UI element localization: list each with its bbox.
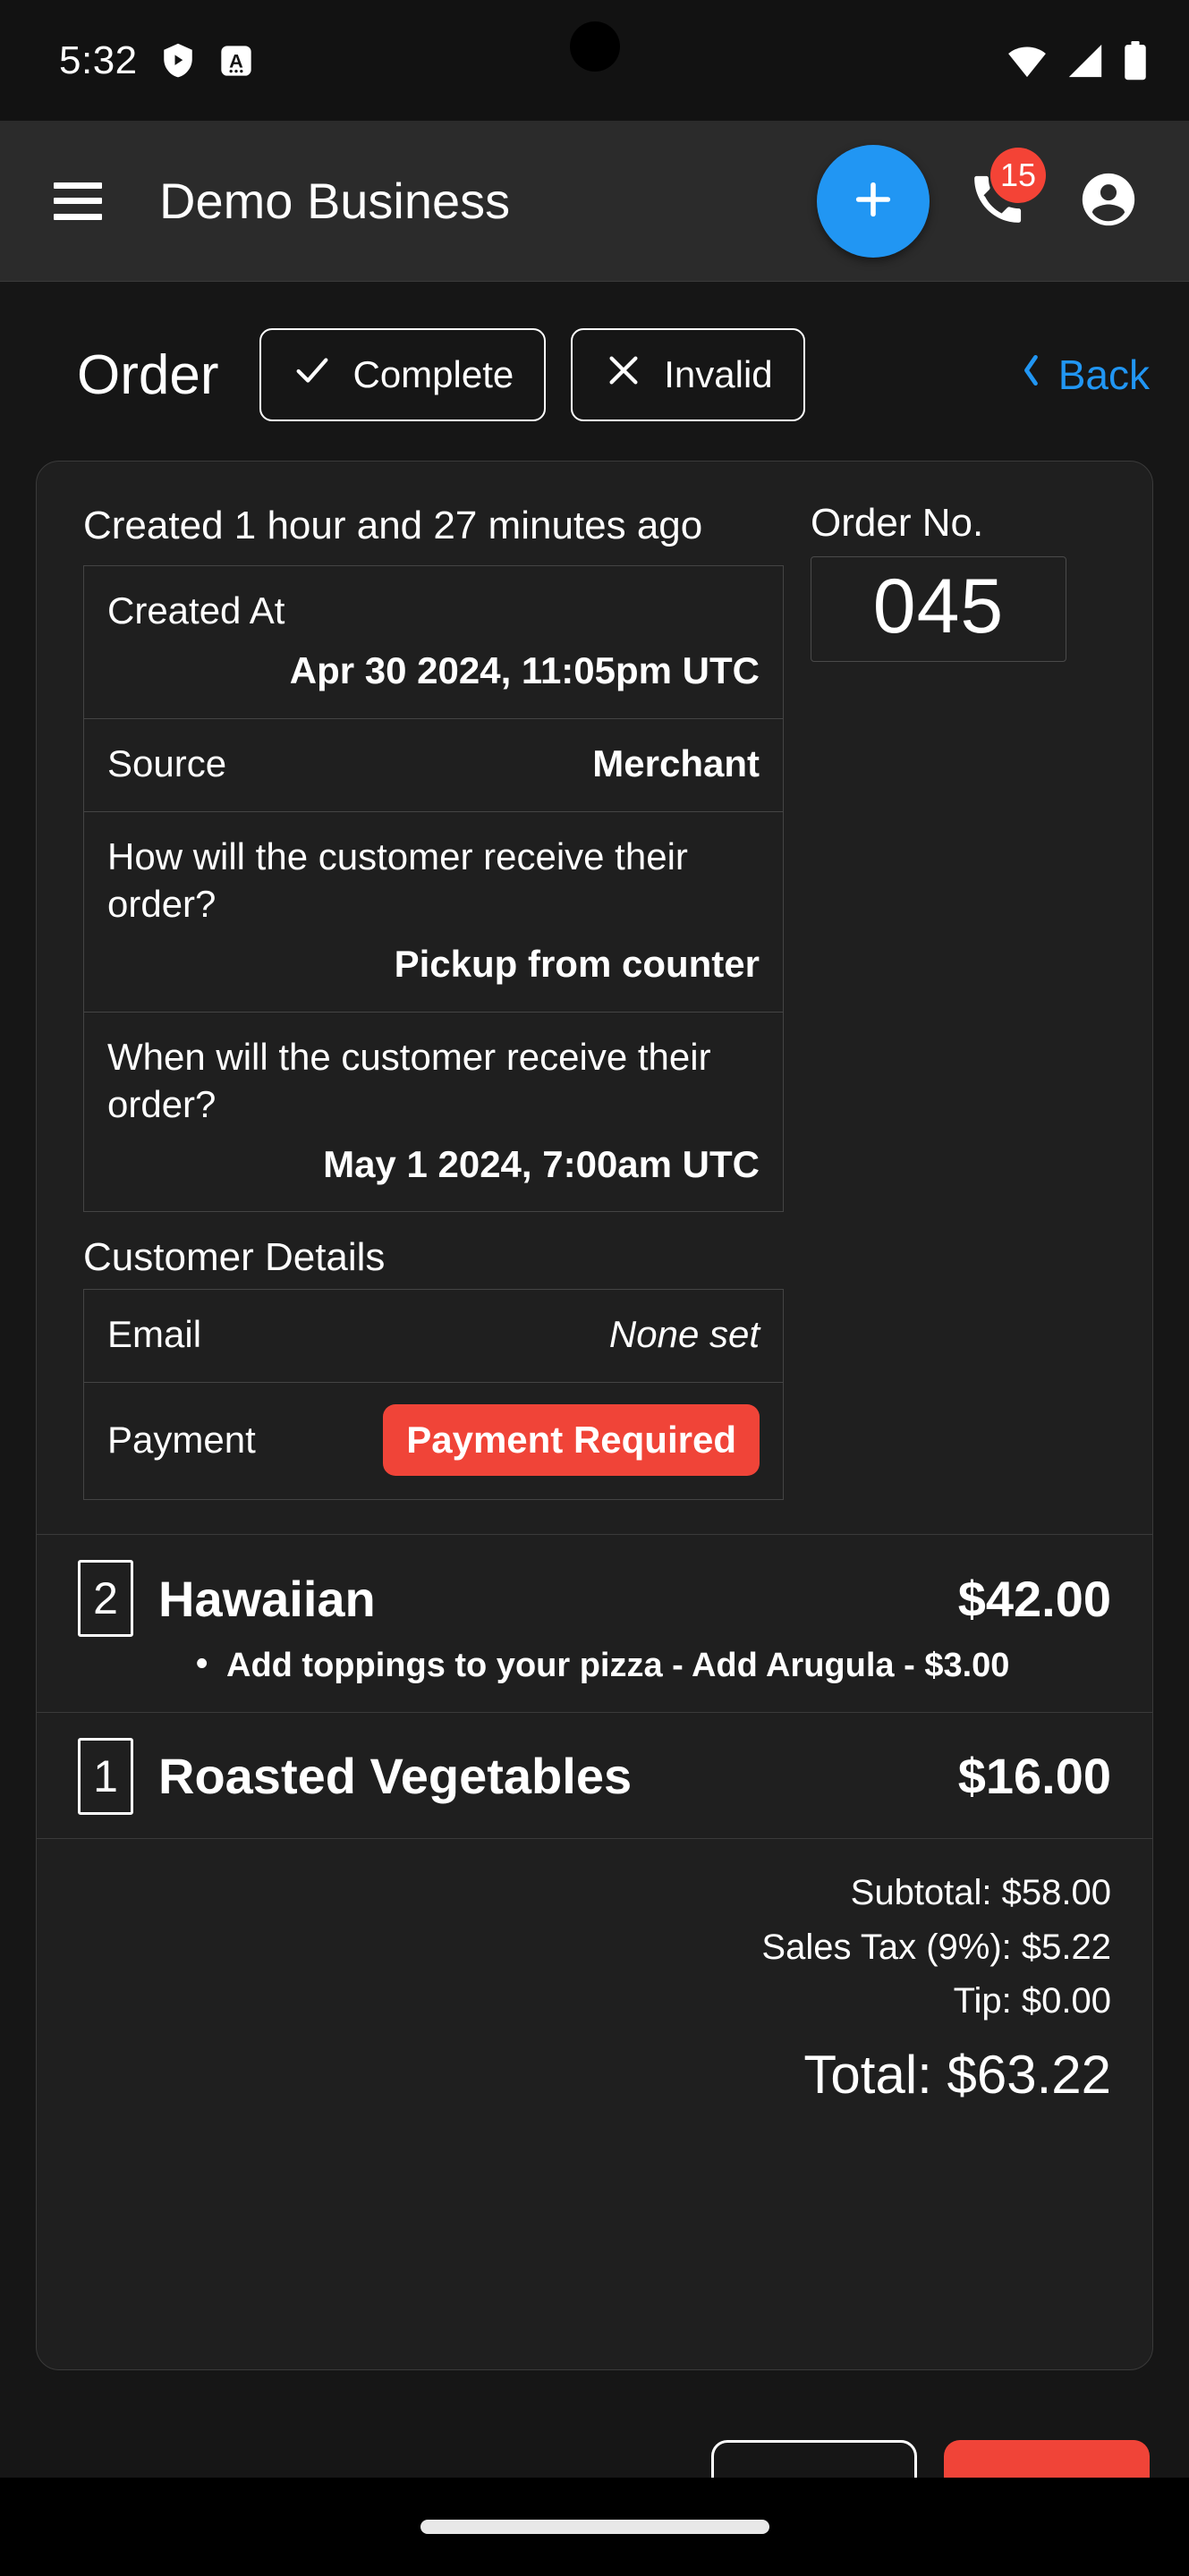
line-item-modifiers: Add toppings to your pizza - Add Arugula… [78,1642,1111,1688]
svg-text:A: A [229,49,243,72]
page-title: Order [77,343,219,406]
customer-detail-table: Email None set Payment Payment Required [83,1289,784,1501]
system-navigation-bar [0,2478,1189,2576]
line-item-name: Roasted Vegetables [158,1748,633,1805]
sales-tax-line: Sales Tax (9%): $5.22 [761,1927,1111,1967]
table-row: How will the customer receive their orde… [83,811,784,1013]
detail-value: None set [608,1313,760,1356]
invalid-button[interactable]: Invalid [571,328,805,421]
detail-cell-fulfillment-method: How will the customer receive their orde… [83,811,784,1013]
calls-button[interactable]: 15 [955,147,1046,244]
detail-cell-source: Source Merchant [83,718,784,813]
app-screen: 5:32 A Demo Business 15 Order Complete I… [0,0,1189,2576]
table-row: When will the customer receive their ord… [83,1011,784,1213]
line-item-quantity: 1 [78,1737,133,1815]
order-detail-table: Created At Apr 30 2024, 11:05pm UTC Sour… [83,565,784,1213]
detail-label: Source [107,742,227,785]
order-totals: Subtotal: $58.00 Sales Tax (9%): $5.22 T… [37,1839,1152,2143]
back-button-label: Back [1057,352,1150,398]
order-number-box: 045 [811,556,1066,663]
list-item[interactable]: 1 Roasted Vegetables $16.00 [37,1713,1152,1839]
order-number-label: Order No. [811,501,984,545]
secondary-action-button[interactable] [711,2440,917,2478]
created-ago-text: Created 1 hour and 27 minutes ago [83,504,703,547]
list-item[interactable]: 2 Hawaiian $42.00 Add toppings to your p… [37,1535,1152,1713]
table-row: Source Merchant [83,718,784,813]
customer-details-heading: Customer Details [83,1235,386,1280]
app-bar: Demo Business 15 [0,121,1189,282]
order-details-column: Created 1 hour and 27 minutes ago Create… [83,501,784,1501]
line-item-price: $16.00 [957,1748,1111,1805]
line-item-quantity: 2 [78,1560,133,1638]
detail-cell-payment: Payment Payment Required [83,1382,784,1501]
invalid-button-label: Invalid [664,353,773,395]
order-card: Created 1 hour and 27 minutes ago Create… [36,461,1153,2370]
check-icon [292,350,333,400]
a-notification-icon: A [218,42,254,80]
tip-line: Tip: $0.00 [953,1981,1111,2021]
status-badge[interactable]: Payment Required [383,1404,760,1477]
camera-cutout [569,21,620,72]
order-number-value: 045 [872,564,1005,649]
order-number-block: Order No. 045 [811,501,1106,1500]
line-item-name: Hawaiian [158,1570,376,1627]
detail-value: Merchant [592,742,760,785]
shield-play-icon [159,41,197,80]
hamburger-line [54,182,102,189]
detail-value: Apr 30 2024, 11:05pm UTC [289,649,760,692]
status-bar-left: 5:32 A [59,38,254,83]
detail-label: Payment [107,1418,256,1461]
complete-button-label: Complete [352,353,514,395]
table-row: Created At Apr 30 2024, 11:05pm UTC [83,565,784,720]
status-bar: 5:32 A [0,0,1189,121]
battery-icon [1123,40,1148,80]
chevron-left-icon [1017,351,1044,400]
plus-icon [848,174,898,227]
detail-cell-created-at: Created At Apr 30 2024, 11:05pm UTC [83,565,784,720]
close-x-icon [603,350,644,400]
status-bar-clock: 5:32 [59,38,138,82]
detail-label: When will the customer receive their ord… [107,1035,711,1125]
home-indicator-pill[interactable] [420,2520,769,2534]
line-items-list: 2 Hawaiian $42.00 Add toppings to your p… [37,1534,1152,1839]
line-item-main: 2 Hawaiian $42.00 [78,1560,1111,1638]
detail-label: Created At [107,589,285,632]
add-button[interactable] [817,144,930,258]
table-row: Email None set [83,1289,784,1384]
danger-action-button[interactable] [944,2440,1150,2478]
total-line: Total: $63.22 [803,2045,1111,2106]
hamburger-line [54,213,102,220]
detail-label: Email [107,1313,202,1356]
subtotal-line: Subtotal: $58.00 [850,1872,1111,1912]
complete-button[interactable]: Complete [259,328,547,421]
line-item-modifier: Add toppings to your pizza - Add Arugula… [196,1642,1111,1688]
bottom-action-bar [0,2370,1189,2478]
app-bar-actions: 15 [817,144,1151,258]
detail-value: May 1 2024, 7:00am UTC [323,1142,760,1185]
status-bar-right [1006,40,1148,80]
line-item-main: 1 Roasted Vegetables $16.00 [78,1737,1111,1815]
detail-label: How will the customer receive their orde… [107,835,688,925]
detail-value: Pickup from counter [394,942,760,985]
account-button[interactable] [1066,158,1151,244]
app-title: Demo Business [159,173,511,229]
wifi-icon [1006,43,1048,79]
page-header: Order Complete Invalid Back [0,282,1189,453]
hamburger-menu-icon[interactable] [54,182,102,220]
detail-cell-fulfillment-time: When will the customer receive their ord… [83,1011,784,1213]
account-circle-icon [1077,168,1140,233]
table-row: Payment Payment Required [83,1382,784,1501]
detail-cell-email: Email None set [83,1289,784,1384]
call-count-badge: 15 [990,147,1046,203]
order-summary: Created 1 hour and 27 minutes ago Create… [37,462,1152,1534]
back-button[interactable]: Back [1017,351,1150,400]
line-item-price: $42.00 [957,1570,1111,1627]
hamburger-line [54,198,102,204]
cellular-signal-icon [1066,43,1105,79]
